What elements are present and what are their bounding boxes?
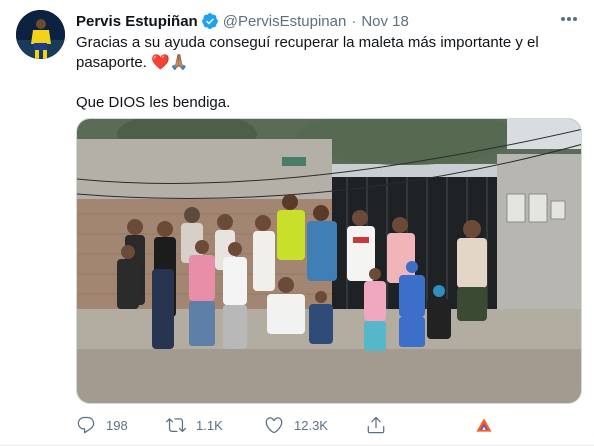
analytics-icon	[474, 415, 494, 435]
tweet-text-line2-word: pasaporte.	[76, 54, 147, 71]
reply-icon	[76, 415, 96, 435]
analytics-button[interactable]	[474, 413, 494, 437]
group-photo-image	[77, 119, 581, 403]
more-dot	[561, 17, 565, 21]
reply-count: 198	[106, 417, 128, 433]
like-button[interactable]: 12.3K	[264, 413, 328, 437]
tweet-text-line1: Gracias a su ayuda conseguí recuperar la…	[76, 34, 539, 51]
separator-dot: ·	[351, 12, 357, 30]
display-name[interactable]: Pervis Estupiñan	[76, 13, 198, 30]
like-icon	[264, 415, 284, 435]
tweet-text-line2: pasaporte. ❤️🙏🏽	[76, 53, 576, 73]
tweet-text-para2: Que DIOS les bendiga.	[76, 94, 231, 111]
tweet-header: Pervis Estupiñan @PervisEstupinan · Nov …	[76, 11, 409, 31]
tweet[interactable]: Pervis Estupiñan @PervisEstupinan · Nov …	[0, 0, 594, 446]
share-icon	[366, 415, 386, 435]
reply-button[interactable]: 198	[76, 413, 128, 437]
more-icon[interactable]	[556, 8, 582, 30]
avatar[interactable]	[16, 10, 65, 59]
retweet-count: 1.1K	[196, 417, 223, 433]
more-dot	[573, 17, 577, 21]
avatar-image	[16, 10, 65, 59]
more-dot	[567, 17, 571, 21]
verified-badge-icon	[201, 12, 219, 30]
like-count: 12.3K	[294, 417, 328, 433]
share-button[interactable]	[366, 413, 386, 437]
heart-pray-emoji: ❤️🙏🏽	[151, 54, 189, 71]
handle[interactable]: @PervisEstupinan	[223, 13, 347, 30]
tweet-text: Gracias a su ayuda conseguí recuperar la…	[76, 33, 576, 113]
retweet-icon	[166, 415, 186, 435]
tweet-photo[interactable]	[76, 118, 582, 404]
retweet-button[interactable]: 1.1K	[166, 413, 223, 437]
timestamp[interactable]: Nov 18	[361, 13, 409, 30]
tweet-actions: 198 1.1K 12.3K	[76, 413, 582, 437]
